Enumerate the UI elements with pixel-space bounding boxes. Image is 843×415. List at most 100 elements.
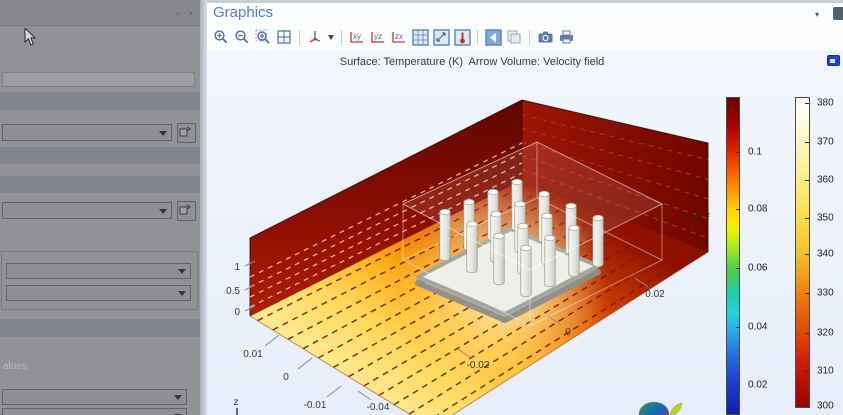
comsol-window: – ▪ alues Graphics ▾ [0,0,843,415]
colorbar-tick-label: 300 [817,401,834,412]
colorbar-tick-label: 310 [817,366,834,377]
chevron-down-icon[interactable] [327,28,335,46]
colorbar-tick-label: 340 [817,249,834,260]
zoom-extents-icon[interactable] [254,28,272,46]
colorbar-tick-mark [736,327,740,328]
panel-dropdown-3[interactable] [6,263,191,279]
toolbar-separator [529,30,530,45]
chevron-down-icon [178,291,186,296]
chevron-down-icon [178,269,186,274]
show-grid-icon[interactable] [411,28,429,46]
colorbar-tick-mark [736,209,740,210]
settings-panel-toolbar [0,0,200,26]
colorbar-tick-label: 360 [817,175,834,186]
colorbar-tick-label: 320 [817,328,834,339]
svg-text:0: 0 [565,327,571,338]
svg-text:0: 0 [234,307,240,318]
panel-menu-icon[interactable]: ▪ [186,8,196,18]
panel-dropdown-4[interactable] [6,285,191,301]
colorbar-tick-mark [805,103,809,104]
transparency-icon[interactable] [484,28,502,46]
svg-text:-0.01: -0.01 [304,400,327,411]
colorbar-tick-mark [805,293,809,294]
color-legend-icon[interactable] [453,28,471,46]
panel-dropdown-1[interactable] [2,124,172,141]
panel-dropdown-6[interactable] [2,408,187,415]
colorbar-tick-label: 370 [817,137,834,148]
colorbar-tick-label: 0.02 [748,380,767,391]
view-yz-icon[interactable]: yz [369,28,387,46]
svg-text:0.01: 0.01 [243,349,263,360]
window-top-edge [207,0,843,3]
colorbar-tick-mark [805,406,809,407]
colorbar-tick-mark [736,152,740,153]
panel-collapse-icon[interactable]: – [172,8,182,18]
view-zx-icon[interactable]: zx [390,28,408,46]
colorbar-tick-mark [805,218,809,219]
colorbar-tick-mark [805,254,809,255]
colorbar-tick-label: 0.04 [748,322,767,333]
table-arrow-icon [179,203,192,216]
copy-image-icon[interactable] [505,28,523,46]
colorbar-tick-mark [805,180,809,181]
chevron-down-icon [159,209,167,214]
velocity-colorbar [726,97,740,415]
colorbar-tick-label: 350 [817,213,834,224]
colorbar-tick-mark [736,385,740,386]
print-icon[interactable] [557,28,575,46]
svg-text:xy: xy [353,32,361,41]
toolbar-separator [341,30,342,45]
colorbar-tick-mark [736,268,740,269]
svg-text:zx: zx [395,32,403,41]
colorbar-tick-mark [805,371,809,372]
velocity-colorbar-multiplier: ×10⁻² [684,212,710,223]
graphics-window-title: Graphics [213,4,273,21]
toolbar-separator [477,30,478,45]
panel-section-header[interactable] [0,319,200,337]
view-xy-icon[interactable]: xy [348,28,366,46]
colorbar-tick-label: 0.1 [748,147,762,158]
plot-corner-button[interactable] [827,55,840,66]
mouse-cursor [24,28,38,47]
temperature-colorbar [795,97,810,408]
colorbar-tick-label: 330 [817,288,834,299]
plot-canvas-3d[interactable]: Surface: Temperature (K) Arrow Volume: V… [207,50,843,415]
svg-text:z: z [234,397,239,408]
panel-splitter[interactable] [200,0,207,415]
zoom-in-icon[interactable] [212,28,230,46]
zoom-box-icon[interactable] [275,28,293,46]
scene-light-icon[interactable] [432,28,450,46]
panel-section-header[interactable] [0,92,200,110]
panel-dropdown-2[interactable] [2,202,172,219]
panel-go-to-source-button[interactable] [177,123,196,143]
default-3d-view-icon[interactable] [306,28,324,46]
panel-dropdown-5[interactable] [2,389,187,405]
heat-sink-3d-scene: 10.500.010-0.010.020-0.02-0.04 z [207,50,843,415]
panel-partial-label: alues [3,361,27,372]
colorbar-tick-label: 0.08 [748,204,767,215]
panel-section-header[interactable] [0,147,200,164]
panel-label-field[interactable] [2,72,195,87]
svg-text:0.02: 0.02 [645,289,665,300]
panel-section-header[interactable] [0,176,200,193]
chevron-down-icon[interactable]: ▾ [815,10,819,19]
chevron-down-icon [159,131,167,136]
svg-text:-0.04: -0.04 [367,402,390,413]
settings-panel: – ▪ alues [0,0,200,415]
svg-text:yz: yz [374,32,382,41]
zoom-out-icon[interactable] [233,28,251,46]
image-snapshot-icon[interactable] [536,28,554,46]
svg-text:1: 1 [234,262,240,273]
colorbar-tick-mark [805,333,809,334]
toolbar-separator [299,30,300,45]
graphics-toolbar: xy yz zx [212,27,575,47]
table-arrow-icon [179,125,192,138]
panel-go-to-source-button-2[interactable] [177,201,196,221]
svg-text:0.5: 0.5 [226,286,240,297]
chevron-down-icon [174,395,182,400]
svg-text:-0.02: -0.02 [467,360,490,371]
colorbar-tick-label: 380 [817,98,834,109]
colorbar-tick-mark [805,142,809,143]
panel-group-box [1,251,198,310]
window-control-icon[interactable] [833,7,843,20]
